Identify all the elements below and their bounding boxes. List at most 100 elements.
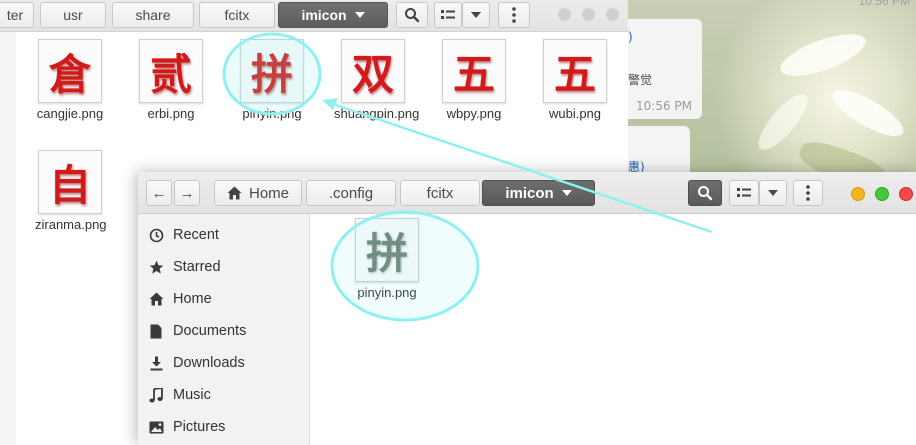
search-icon bbox=[405, 8, 420, 23]
file-thumbnail: 五 bbox=[543, 39, 607, 103]
breadcrumb-label: fcitx bbox=[426, 184, 454, 202]
breadcrumb-item[interactable]: .config bbox=[306, 180, 396, 206]
sidebar: Recent Starred Home Documents Downloads … bbox=[138, 214, 310, 445]
file-thumbnail: 拼 bbox=[355, 218, 419, 282]
breadcrumb-label: ter bbox=[6, 7, 24, 23]
file-name: cangjie.png bbox=[36, 106, 104, 121]
file-item[interactable]: 拼 pinyin.png bbox=[222, 39, 322, 122]
sidebar-item-documents[interactable]: Documents bbox=[138, 315, 309, 347]
file-name: pinyin.png bbox=[357, 285, 417, 300]
file-item[interactable]: 拼 pinyin.png bbox=[337, 218, 437, 301]
file-thumbnail: 倉 bbox=[38, 39, 102, 103]
search-button[interactable] bbox=[396, 2, 428, 28]
file-thumbnail: 拼 bbox=[240, 39, 304, 103]
kebab-menu-icon bbox=[512, 7, 516, 23]
view-options-button[interactable] bbox=[759, 180, 787, 206]
breadcrumb-active[interactable]: imicon bbox=[278, 2, 388, 28]
file-thumbnail: 贰 bbox=[139, 39, 203, 103]
breadcrumb-label: imicon bbox=[301, 7, 347, 23]
document-icon bbox=[148, 323, 164, 339]
sidebar-item-label: Pictures bbox=[173, 419, 226, 435]
menu-button[interactable] bbox=[793, 180, 823, 206]
music-icon bbox=[148, 387, 164, 403]
breadcrumb-label: .config bbox=[328, 184, 374, 202]
breadcrumb-home[interactable]: Home bbox=[214, 180, 302, 206]
sidebar-item-label: Home bbox=[173, 291, 212, 307]
breadcrumb-item[interactable]: fcitx bbox=[199, 2, 275, 28]
clock-icon bbox=[148, 227, 164, 243]
breadcrumb-item[interactable]: share bbox=[112, 2, 194, 28]
sidebar-item-label: Recent bbox=[173, 227, 219, 243]
sidebar-item-home[interactable]: Home bbox=[138, 283, 309, 315]
chevron-down-icon bbox=[354, 12, 365, 18]
breadcrumb-label: fcitx bbox=[224, 7, 250, 23]
forward-button[interactable]: → bbox=[174, 180, 200, 206]
download-icon bbox=[148, 355, 164, 371]
breadcrumb-label: share bbox=[135, 7, 171, 23]
list-view-button[interactable] bbox=[729, 180, 759, 206]
sidebar-item-label: Downloads bbox=[173, 355, 245, 371]
file-name: wbpy.png bbox=[446, 106, 502, 121]
list-view-button[interactable] bbox=[434, 2, 462, 28]
close-button[interactable] bbox=[899, 187, 913, 201]
sidebar-item-label: Documents bbox=[173, 323, 247, 339]
chat-text: ) bbox=[628, 30, 633, 44]
chevron-down-icon bbox=[768, 190, 778, 196]
maximize-button[interactable] bbox=[875, 187, 889, 201]
file-item[interactable]: 五 wbpy.png bbox=[424, 39, 524, 122]
sidebar-item-downloads[interactable]: Downloads bbox=[138, 347, 309, 379]
sidebar-item-music[interactable]: Music bbox=[138, 379, 309, 411]
menu-button[interactable] bbox=[498, 2, 530, 28]
chat-timestamp: 10:56 PM bbox=[858, 0, 910, 8]
file-thumbnail: 五 bbox=[442, 39, 506, 103]
file-item[interactable]: 贰 erbi.png bbox=[121, 39, 221, 122]
sidebar-item-starred[interactable]: Starred bbox=[138, 251, 309, 283]
file-name: erbi.png bbox=[147, 106, 195, 121]
list-view-icon bbox=[737, 188, 751, 197]
minimize-button[interactable] bbox=[558, 8, 571, 21]
home-icon bbox=[227, 186, 242, 200]
breadcrumb-item[interactable]: ter bbox=[0, 2, 34, 28]
breadcrumb-active[interactable]: imicon bbox=[482, 180, 595, 206]
view-options-button[interactable] bbox=[462, 2, 490, 28]
sidebar-item-pictures[interactable]: Pictures bbox=[138, 411, 309, 443]
breadcrumb-item[interactable]: fcitx bbox=[400, 180, 480, 206]
file-name: wubi.png bbox=[548, 106, 602, 121]
file-item[interactable]: 五 wubi.png bbox=[525, 39, 625, 122]
sidebar-item-recent[interactable]: Recent bbox=[138, 219, 309, 251]
home-icon bbox=[148, 291, 164, 307]
maximize-button[interactable] bbox=[582, 8, 595, 21]
front-file-grid: 拼 pinyin.png bbox=[310, 214, 916, 445]
breadcrumb-label: imicon bbox=[505, 184, 554, 202]
back-button[interactable]: ← bbox=[146, 180, 172, 206]
arrow-left-icon: ← bbox=[151, 184, 167, 202]
file-name: shuangpin.png bbox=[334, 106, 420, 121]
file-item[interactable]: 双 shuangpin.png bbox=[323, 39, 423, 122]
file-item[interactable]: 倉 cangjie.png bbox=[20, 39, 120, 122]
star-icon bbox=[148, 259, 164, 275]
breadcrumb-item[interactable]: usr bbox=[40, 2, 106, 28]
search-button[interactable] bbox=[688, 180, 722, 206]
list-view-icon bbox=[441, 10, 455, 19]
back-toolbar: ter usr share fcitx imicon bbox=[0, 0, 628, 32]
chat-text: 警觉 bbox=[628, 73, 653, 87]
chat-bubble: ) 警觉 10:56 PM bbox=[628, 19, 702, 119]
minimize-button[interactable] bbox=[851, 187, 865, 201]
file-name: pinyin.png bbox=[242, 106, 302, 121]
file-thumbnail: 双 bbox=[341, 39, 405, 103]
front-toolbar: ← → Home .config fcitx imicon bbox=[138, 172, 916, 214]
picture-icon bbox=[148, 419, 164, 435]
close-button[interactable] bbox=[606, 8, 619, 21]
chat-bubble: 惠) bbox=[628, 126, 690, 176]
front-file-manager-window: ← → Home .config fcitx imicon Recent Sta… bbox=[138, 172, 916, 445]
file-name: ziranma.png bbox=[35, 217, 107, 232]
sidebar-item-label: Music bbox=[173, 387, 211, 403]
breadcrumb-label: Home bbox=[248, 184, 289, 202]
file-item[interactable]: 自 ziranma.png bbox=[20, 150, 120, 233]
kebab-menu-icon bbox=[806, 185, 810, 201]
search-icon bbox=[698, 186, 713, 201]
chevron-down-icon bbox=[561, 190, 572, 196]
arrow-right-icon: → bbox=[179, 184, 195, 202]
breadcrumb-label: usr bbox=[63, 7, 83, 23]
chat-timestamp: 10:56 PM bbox=[636, 99, 692, 113]
